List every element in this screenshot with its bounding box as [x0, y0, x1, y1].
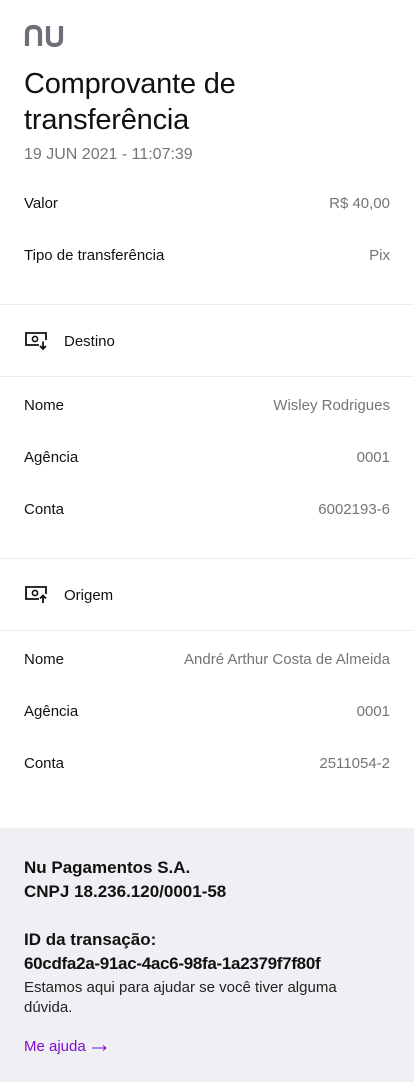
help-text: Estamos aqui para ajudar se você tiver a… [24, 979, 337, 1016]
row-value: Pix [369, 246, 390, 264]
screen-arrow-down-icon [24, 331, 48, 351]
section-title: Destino [64, 332, 115, 350]
section-title: Origem [64, 586, 114, 604]
row-label: Tipo de transferência [24, 246, 165, 264]
row-label: Agência [24, 448, 79, 466]
row-label: Nome [24, 396, 65, 414]
row-label: Conta [24, 754, 65, 772]
transaction-id-value: 60cdfa2a-91ac-4ac6-98fa-1a2379f7f80f [24, 954, 321, 973]
company-cnpj: CNPJ 18.236.120/0001-58 [24, 882, 227, 901]
row-label: Valor [24, 194, 58, 212]
row-value: 2511054-2 [319, 754, 390, 772]
row-label: Conta [24, 500, 65, 518]
row-value: 0001 [356, 448, 390, 466]
company-name: Nu Pagamentos S.A. [24, 858, 191, 877]
help-link[interactable]: Me ajuda [24, 1038, 108, 1055]
origem-row-conta: Conta 2511054-2 [24, 752, 390, 774]
origem-row-agencia: Agência 0001 [24, 700, 390, 722]
company-info: Nu Pagamentos S.A. CNPJ 18.236.120/0001-… [24, 856, 394, 904]
summary-row-valor: Valor R$ 40,00 [24, 192, 390, 214]
summary-row-tipo: Tipo de transferência Pix [24, 244, 390, 266]
divider [0, 376, 414, 377]
screen-arrow-up-icon [24, 585, 48, 605]
receipt-footer: Nu Pagamentos S.A. CNPJ 18.236.120/0001-… [0, 828, 414, 1082]
section-header-destino: Destino [24, 329, 115, 353]
destino-row-agencia: Agência 0001 [24, 446, 390, 468]
row-value: 6002193-6 [318, 500, 390, 518]
row-value: Wisley Rodrigues [273, 396, 390, 414]
destino-row-nome: Nome Wisley Rodrigues [24, 394, 390, 416]
nubank-logo-icon [24, 24, 66, 48]
row-label: Nome [24, 650, 65, 668]
origem-row-nome: Nome André Arthur Costa de Almeida [24, 648, 390, 670]
arrow-right-icon [91, 1043, 108, 1051]
transfer-datetime: 19 JUN 2021 - 11:07:39 [24, 146, 193, 163]
destino-row-conta: Conta 6002193-6 [24, 498, 390, 520]
divider [0, 630, 414, 631]
section-header-origem: Origem [24, 583, 113, 607]
transaction-id-label: ID da transação: [24, 930, 157, 949]
row-value: 0001 [356, 702, 390, 720]
divider [0, 558, 414, 559]
row-value: André Arthur Costa de Almeida [184, 650, 390, 668]
help-link-label: Me ajuda [24, 1038, 86, 1055]
row-value: R$ 40,00 [329, 194, 390, 212]
page-title: Comprovante de transferência [24, 68, 236, 136]
divider [0, 304, 414, 305]
row-label: Agência [24, 702, 79, 720]
